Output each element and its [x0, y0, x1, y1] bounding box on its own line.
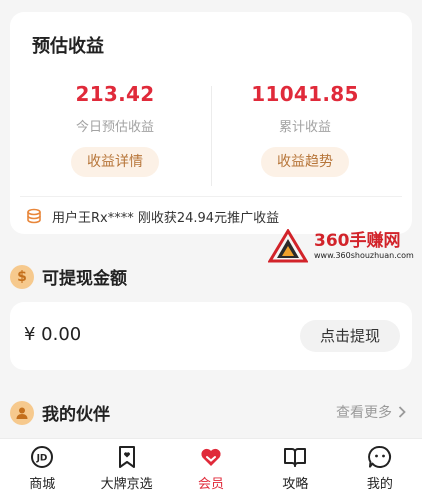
- jd-icon: JD: [31, 446, 54, 468]
- book-icon: [284, 448, 307, 467]
- partner-person-icon: [10, 400, 34, 425]
- svg-text:JD: JD: [36, 454, 48, 464]
- watermark-logo-icon: [268, 229, 308, 263]
- today-earnings-label: 今日预估收益: [75, 120, 154, 135]
- withdraw-amount: ¥ 0.00: [24, 324, 82, 345]
- dollar-icon: $: [10, 264, 34, 289]
- withdraw-card: ¥ 0.00 点击提现: [10, 302, 412, 370]
- total-earnings-label: 累计收益: [278, 120, 331, 135]
- earnings-detail-button[interactable]: 收益详情: [71, 147, 159, 177]
- partners-header: 我的伙伴: [10, 400, 110, 425]
- nav-item-guide[interactable]: 攻略: [253, 439, 337, 494]
- member-page: 预估收益 213.42 今日预估收益 收益详情 11041.85 累计收益 收益…: [0, 0, 422, 494]
- site-watermark: 360手赚网 www.360shouzhuan.com: [268, 226, 422, 266]
- bottom-nav: JD 商城 大牌京选 会员 攻略 我的: [0, 438, 422, 494]
- nav-item-mall[interactable]: JD 商城: [0, 439, 84, 494]
- nav-label-guide: 攻略: [282, 477, 309, 492]
- partners-row: 我的伙伴 查看更多: [0, 390, 422, 434]
- view-more-link[interactable]: 查看更多: [336, 402, 406, 422]
- total-earnings-value: 11041.85: [251, 82, 359, 106]
- earnings-card: 预估收益 213.42 今日预估收益 收益详情 11041.85 累计收益 收益…: [10, 12, 412, 234]
- nav-label-mall: 商城: [29, 477, 56, 492]
- withdraw-header: $ 可提现金额: [10, 264, 127, 289]
- card-divider: [20, 196, 402, 197]
- watermark-brand: 360手赚网: [314, 231, 401, 251]
- ticker-text: 用户王Rx**** 刚收获24.94元推广收益: [52, 210, 280, 226]
- withdraw-button[interactable]: 点击提现: [299, 320, 400, 352]
- coin-stack-icon: [27, 208, 41, 224]
- heart-icon: [201, 448, 221, 466]
- earnings-title: 预估收益: [32, 36, 104, 57]
- withdraw-title: 可提现金额: [42, 269, 127, 289]
- partners-title: 我的伙伴: [42, 405, 110, 425]
- nav-label-mine: 我的: [366, 477, 393, 492]
- nav-item-mine[interactable]: 我的: [338, 439, 422, 494]
- nav-label-brands: 大牌京选: [100, 477, 153, 492]
- today-earnings: 213.42 今日预估收益 收益详情: [35, 82, 195, 177]
- nav-item-member[interactable]: 会员: [169, 439, 253, 494]
- nav-item-brands[interactable]: 大牌京选: [84, 439, 168, 494]
- chevron-right-icon: [398, 406, 406, 418]
- earnings-ticker: 用户王Rx**** 刚收获24.94元推广收益: [26, 205, 279, 227]
- view-more-label: 查看更多: [336, 405, 392, 421]
- today-earnings-value: 213.42: [75, 82, 155, 106]
- nav-label-member: 会员: [198, 477, 225, 492]
- watermark-url: www.360shouzhuan.com: [314, 251, 414, 260]
- stat-divider: [211, 86, 212, 186]
- chat-face-icon: [367, 445, 391, 468]
- earnings-trend-button[interactable]: 收益趋势: [261, 147, 349, 177]
- total-earnings: 11041.85 累计收益 收益趋势: [225, 82, 385, 177]
- bookmark-heart-icon: [118, 446, 135, 468]
